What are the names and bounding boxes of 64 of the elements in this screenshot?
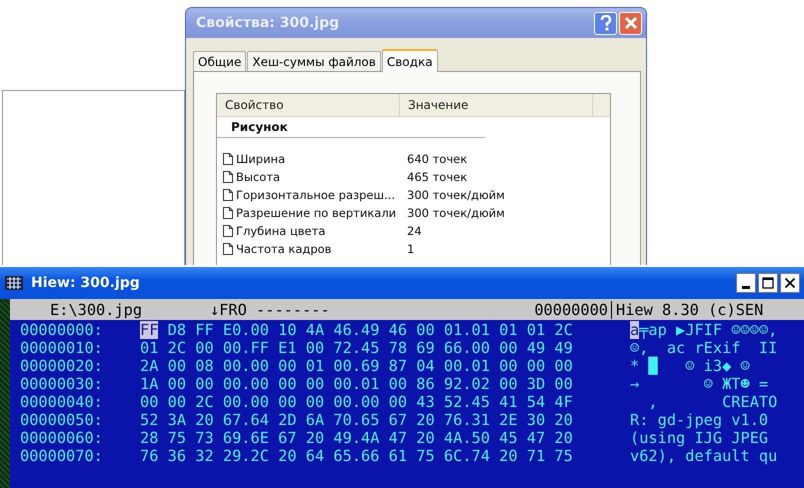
maximize-icon xyxy=(762,277,774,289)
hex-bytes: 2A 00 08 00.00 00 01 00.69 87 04 00.01 00 00 00 xyxy=(140,357,574,375)
column-header[interactable]: Значение xyxy=(400,94,593,116)
property-value: 465 точек xyxy=(407,170,468,184)
column-header[interactable]: Свойство xyxy=(217,94,400,116)
property-value: 1 xyxy=(407,242,414,256)
document-icon xyxy=(223,207,233,219)
property-name: Высота xyxy=(236,170,280,184)
property-name: Горизонтальное разреш... xyxy=(236,188,395,202)
property-value: 300 точек/дюйм xyxy=(407,188,505,202)
ascii-text: → ☺ ЖТ☻ = xyxy=(629,375,768,393)
file-path: E:\300.jpg xyxy=(49,300,144,318)
minimize-icon xyxy=(742,286,750,288)
help-button[interactable] xyxy=(594,12,617,34)
ascii-text: ☺, ac rExif II xyxy=(629,339,778,357)
tab[interactable]: Сводка xyxy=(382,49,438,72)
offset: 00000000: xyxy=(19,321,104,339)
ascii-text: R: gd-jpeg v1.0 xyxy=(629,411,768,429)
ascii-text: a╤ap ▶JFIF ☺☺☺☺, xyxy=(629,321,778,339)
group-header: Рисунок xyxy=(217,117,485,138)
hex-bytes: 28 75 73 69.6E 67 20 49.4A 47 20 4A.50 45 47 20 xyxy=(140,429,574,447)
property-name: Глубина цвета xyxy=(236,224,326,238)
hex-bytes: FF D8 FF E0.00 10 4A 46.49 46 00 01.01 01 01 2C xyxy=(140,321,574,339)
ascii-text: v62), default qu xyxy=(629,447,778,465)
property-value: 300 точек/дюйм xyxy=(407,206,505,220)
document-icon xyxy=(223,171,233,183)
document-icon xyxy=(223,189,233,201)
close-button[interactable] xyxy=(780,273,800,293)
hex-bytes: 01 2C 00 00.FF E1 00 72.45 78 69 66.00 00 49 49 xyxy=(140,339,574,357)
hex-bytes: 1A 00 00 00.00 00 00 00.01 00 86 92.02 00 3D 00 xyxy=(140,375,574,393)
document-icon xyxy=(223,243,233,255)
minimize-button[interactable] xyxy=(736,273,756,293)
hex-bytes: 00 00 2C 00.00 00 00 00.00 00 43 52.45 41 54 4F xyxy=(140,393,574,411)
offset: 00000020: xyxy=(19,357,104,375)
dialog-title: Свойства: 300.jpg xyxy=(196,15,340,31)
property-name: Разрешение по вертикали xyxy=(236,206,396,220)
offset-indicator: 00000000 xyxy=(500,300,612,318)
document-icon xyxy=(223,225,233,237)
tab[interactable]: Общие xyxy=(193,51,246,71)
offset: 00000070: xyxy=(19,447,104,465)
window-title: Hiew: 300.jpg xyxy=(31,275,141,291)
offset: 00000050: xyxy=(19,411,104,429)
close-icon xyxy=(624,16,638,30)
document-icon xyxy=(223,153,233,165)
property-value: 640 точек xyxy=(407,152,468,166)
tab[interactable]: Хеш-суммы файлов xyxy=(247,51,381,71)
property-value: 24 xyxy=(407,224,422,238)
ascii-text: (using IJG JPEG xyxy=(629,429,768,447)
hex-bytes: 52 3A 20 67.64 2D 6A 70.65 67 20 76.31 2E 30 20 xyxy=(140,411,574,429)
hex-bytes: 76 36 32 29.2C 20 64 65.66 61 75 6C.74 20 71 75 xyxy=(140,447,574,465)
offset: 00000040: xyxy=(19,393,104,411)
offset: 00000060: xyxy=(19,429,104,447)
mode-indicator: ↓FRO -------- xyxy=(210,300,331,318)
question-mark-icon xyxy=(598,15,612,31)
offset: 00000010: xyxy=(19,339,104,357)
offset: 00000030: xyxy=(19,375,104,393)
property-name: Ширина xyxy=(236,152,286,166)
version-label: Hiew 8.30 (c)SEN xyxy=(615,300,764,318)
maximize-button[interactable] xyxy=(758,273,778,293)
app-icon xyxy=(5,275,23,291)
property-name: Частота кадров xyxy=(236,242,332,256)
ascii-text: * █ ☺ i3◆ ☺ xyxy=(629,357,750,375)
ascii-text: , CREATO xyxy=(647,393,778,411)
close-icon xyxy=(784,277,796,289)
